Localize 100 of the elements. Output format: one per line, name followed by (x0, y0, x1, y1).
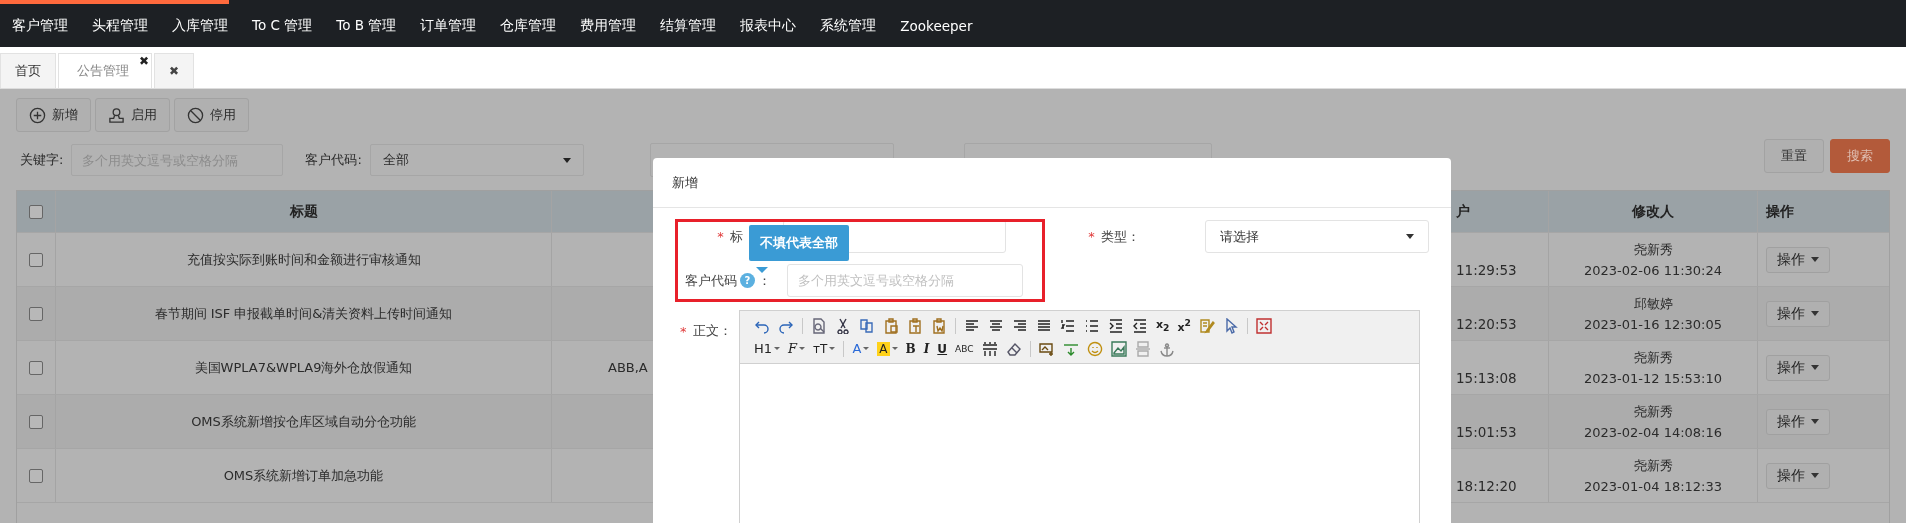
title-label: 标 (729, 227, 743, 246)
dialog-title: 新增 (672, 173, 698, 192)
required-mark: * (680, 323, 687, 339)
action-dropdown-button[interactable]: 操作 (1766, 246, 1830, 273)
bold-button[interactable]: B (905, 341, 916, 356)
caret-icon (1811, 257, 1819, 262)
clipboard-icon[interactable] (883, 317, 899, 334)
nav-menu-item[interactable]: 费用管理 (568, 16, 649, 35)
image-add-icon[interactable] (1038, 340, 1055, 357)
nav-menu-item[interactable]: To C 管理 (240, 16, 325, 35)
customer-code-cell: ABB,A (608, 360, 648, 375)
superscript-button[interactable]: x$^{2}$ (1177, 317, 1191, 334)
align-left-icon[interactable] (964, 317, 980, 334)
nav-menu-item[interactable]: 系统管理 (808, 16, 889, 35)
clipboard-word-icon[interactable] (931, 317, 947, 334)
nav-menu-item[interactable]: To B 管理 (324, 16, 409, 35)
align-center-icon[interactable] (988, 317, 1004, 334)
close-icon[interactable]: ✖ (169, 64, 180, 78)
action-dropdown-button[interactable]: 操作 (1766, 408, 1830, 435)
action-dropdown-button[interactable]: 操作 (1766, 300, 1830, 327)
modified-time: 2023-01-12 15:53:10 (1583, 371, 1723, 386)
close-icon[interactable]: ✖ (138, 54, 149, 68)
customer-code-input[interactable]: 多个用英文逗号或空格分隔 (787, 264, 1023, 297)
row-checkbox[interactable] (29, 306, 43, 321)
action-dropdown-button[interactable]: 操作 (1766, 354, 1830, 381)
body-label: 正文： (692, 322, 732, 340)
row-checkbox[interactable] (29, 414, 43, 429)
ban-icon (187, 106, 204, 124)
tooltip-arrow (756, 267, 768, 273)
rich-text-editor[interactable]: x$_{2}$ x$^{2}$ H1 F ᴛT A A B I U ABC (739, 310, 1420, 523)
underline-button[interactable]: U (937, 341, 948, 356)
customer-code-select[interactable]: 全部 (369, 144, 584, 176)
row-checkbox[interactable] (29, 468, 43, 483)
column-header: 操作 (1765, 201, 1795, 221)
italic-button[interactable]: I (923, 341, 930, 356)
indent-icon[interactable] (1108, 317, 1124, 334)
dotted-lines-icon[interactable] (981, 340, 998, 357)
action-dropdown-button[interactable]: 操作 (1766, 462, 1830, 489)
title-cell: 充值按实际到账时间和金额进行审核通知 (56, 233, 552, 286)
required-mark: * (1088, 229, 1095, 244)
nav-menu-item[interactable]: 入库管理 (160, 16, 240, 35)
toolbar-button[interactable]: 启用 (95, 98, 170, 132)
customer-code-label: 客户代码: (304, 151, 363, 169)
copy-pages-icon[interactable] (859, 317, 875, 334)
picture-icon[interactable] (1110, 340, 1127, 357)
column-header: 修改人 (1549, 191, 1758, 232)
align-right-icon[interactable] (1012, 317, 1028, 334)
modifier-name: 邱敏婷 (1633, 295, 1673, 313)
modifier-name: 尧新秀 (1633, 403, 1673, 421)
nav-menu-item[interactable]: 客户管理 (0, 16, 80, 35)
modified-time: 2023-02-04 14:08:16 (1583, 425, 1723, 440)
modified-time: 2023-02-06 11:30:24 (1583, 263, 1723, 278)
type-select[interactable]: 请选择 (1205, 220, 1429, 253)
outdent-icon[interactable] (1132, 317, 1148, 334)
anchor-icon[interactable] (1158, 340, 1175, 357)
row-checkbox[interactable] (29, 252, 43, 267)
person-icon (108, 106, 125, 124)
select-all-checkbox[interactable] (29, 204, 43, 219)
customer-code-label: 客户代码 (685, 271, 737, 290)
fullscreen-icon[interactable] (1255, 317, 1272, 334)
row-checkbox[interactable] (29, 360, 43, 375)
nav-menu-item[interactable]: 头程管理 (80, 16, 160, 35)
subscript-button[interactable]: x$_{2}$ (1156, 317, 1170, 334)
nav-menu-item[interactable]: 结算管理 (648, 16, 729, 35)
font-button[interactable]: F (788, 341, 806, 356)
keyword-label: 关键字: (19, 151, 65, 169)
smiley-icon[interactable] (1086, 340, 1103, 357)
strike-button[interactable]: ABC (955, 343, 974, 354)
eraser-icon[interactable] (1005, 340, 1022, 357)
toolbar-button[interactable]: 新增 (16, 98, 91, 132)
page-tab[interactable]: ✖ (154, 53, 195, 88)
nav-menu-item[interactable]: Zookeeper (888, 17, 985, 34)
heading-button[interactable]: H1 (754, 341, 781, 356)
magnifier-page-icon[interactable] (811, 317, 827, 334)
numbered-list-icon[interactable] (1060, 317, 1076, 334)
page-tab[interactable]: 首页 (0, 53, 56, 88)
scissors-icon[interactable] (835, 317, 851, 334)
bullet-list-icon[interactable] (1084, 317, 1100, 334)
plus-circle-icon (29, 106, 46, 124)
title-cell: 春节期间 ISF 申报截单时间&清关资料上传时间通知 (56, 287, 552, 340)
page-tab[interactable]: 公告管理 ✖ (58, 53, 152, 88)
toolbar-button[interactable]: 停用 (174, 98, 249, 132)
pencil-note-icon[interactable] (1198, 317, 1215, 334)
title-cell: OMS系统新增按仓库区域自动分仓功能 (56, 395, 552, 448)
align-justify-icon[interactable] (1036, 317, 1052, 334)
color-button[interactable]: A (852, 341, 870, 356)
clipboard-text-icon[interactable] (907, 317, 923, 334)
modified-time: 2023-01-04 18:12:33 (1583, 479, 1723, 494)
modifier-name: 尧新秀 (1633, 241, 1673, 259)
size-button[interactable]: ᴛT (813, 341, 836, 356)
nav-menu-item[interactable]: 仓库管理 (488, 16, 569, 35)
modified-time: 2023-01-16 12:30:05 (1583, 317, 1723, 332)
colon: ： (758, 271, 771, 290)
nav-menu-item[interactable]: 订单管理 (408, 16, 489, 35)
nav-menu-item[interactable]: 报表中心 (728, 16, 809, 35)
type-label: 类型： (1100, 227, 1140, 246)
modifier-name: 尧新秀 (1633, 349, 1673, 367)
caret-icon (1811, 311, 1819, 316)
reset-button[interactable]: 重置 (1764, 139, 1824, 173)
tooltip: 不填代表全部 (749, 225, 849, 261)
